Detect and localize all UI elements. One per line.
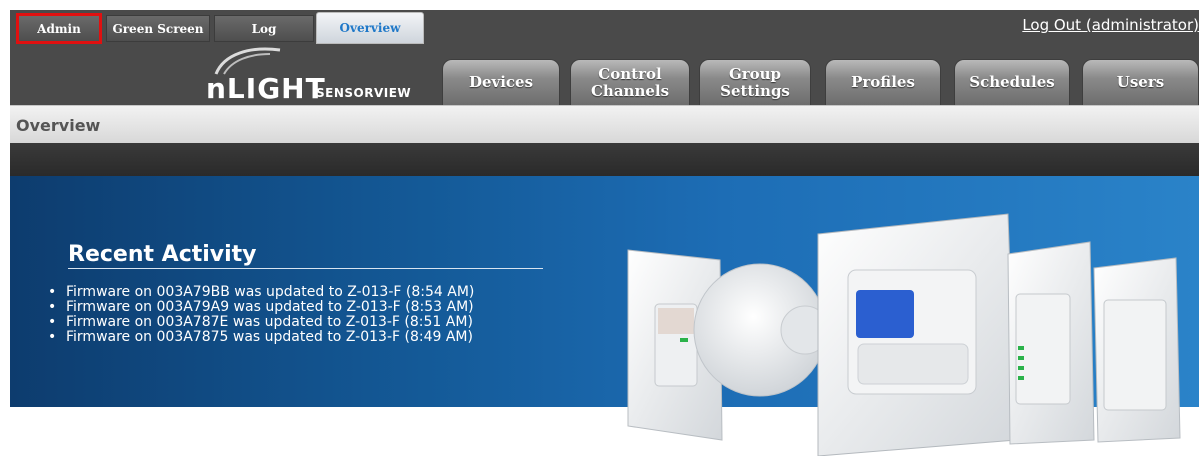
- nav-tab-schedules[interactable]: Schedules: [954, 59, 1070, 105]
- page-title: Overview: [16, 116, 101, 135]
- nav-tab-label: Users: [1116, 73, 1165, 91]
- logo-text: nLIGHT: [206, 72, 326, 105]
- nav-tab-users[interactable]: Users: [1082, 59, 1199, 105]
- nav-tab-label: Schedules: [969, 73, 1055, 91]
- activity-item: Firmware on 003A787E was updated to Z-01…: [48, 315, 474, 331]
- logout-link[interactable]: Log Out (administrator): [1022, 16, 1199, 34]
- nav-tab-devices[interactable]: Devices: [442, 59, 560, 105]
- activity-item: Firmware on 003A79A9 was updated to Z-01…: [48, 300, 474, 316]
- nav-tab-control-channels[interactable]: Control Channels: [570, 59, 690, 105]
- nav-tab-profiles[interactable]: Profiles: [825, 59, 941, 105]
- nav-tab-label: Profiles: [851, 73, 915, 91]
- nav-tab-label: Group Settings: [720, 64, 790, 100]
- tab-green-screen[interactable]: Green Screen: [106, 15, 210, 42]
- divider-bar: [10, 143, 1199, 176]
- top-bar: Admin Green Screen Log Overview Log Out …: [10, 10, 1199, 44]
- tab-admin[interactable]: Admin: [16, 13, 102, 44]
- product-devices-image: [627, 213, 1181, 456]
- tab-overview[interactable]: Overview: [316, 12, 424, 44]
- app-header: nLIGHT SENSORVIEW Devices Control Channe…: [10, 44, 1199, 105]
- activity-item: Firmware on 003A79BB was updated to Z-01…: [48, 285, 474, 301]
- title-bar: Overview: [10, 105, 1199, 143]
- logo-subtext: SENSORVIEW: [316, 86, 412, 100]
- tab-log[interactable]: Log: [214, 15, 314, 42]
- heading-underline: [68, 268, 543, 269]
- activity-item: Firmware on 003A7875 was updated to Z-01…: [48, 330, 474, 346]
- activity-list: Firmware on 003A79BB was updated to Z-01…: [48, 285, 474, 346]
- recent-activity-heading: Recent Activity: [68, 242, 257, 267]
- nav-tab-group-settings[interactable]: Group Settings: [699, 59, 811, 105]
- nav-tab-label: Control Channels: [590, 64, 670, 100]
- nav-tab-label: Devices: [468, 73, 534, 91]
